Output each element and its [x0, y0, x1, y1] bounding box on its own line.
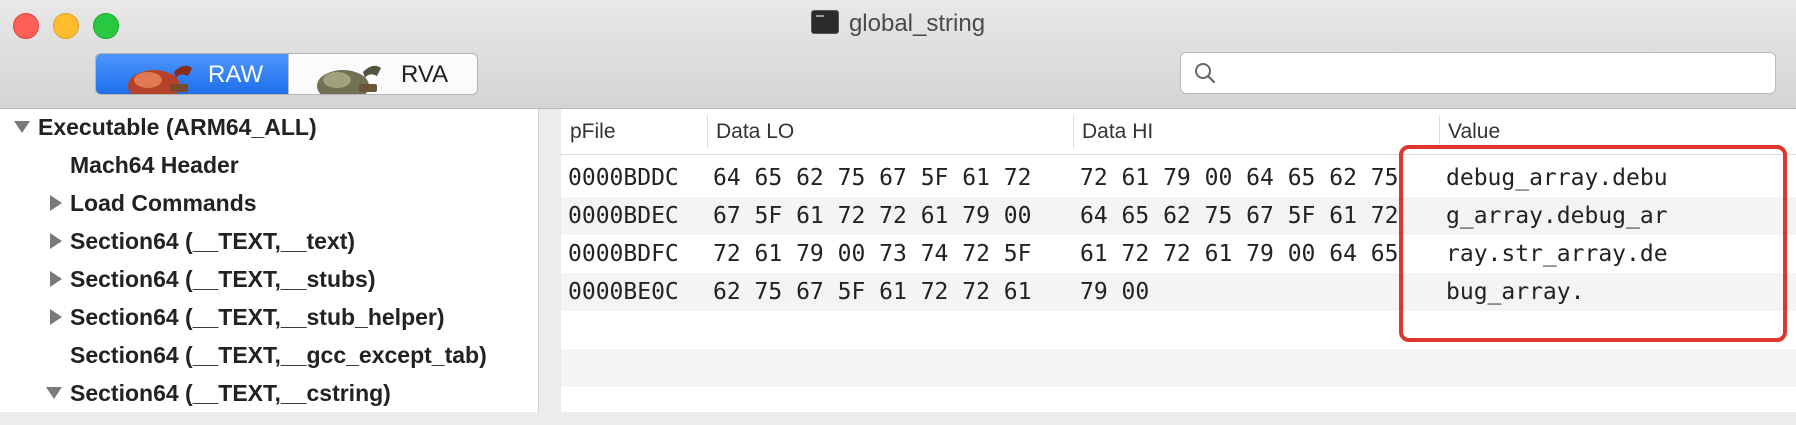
disclosure-collapsed-icon[interactable]: [50, 195, 62, 211]
data-lo-cell: 67 5F 61 72 72 61 79 00: [713, 203, 1032, 229]
empty-row: [561, 387, 1796, 425]
data-hi-cell: 72 61 79 00 64 65 62 75: [1080, 165, 1399, 191]
tree-item-label: Load Commands: [70, 190, 257, 216]
raw-mode-button[interactable]: RAW: [96, 54, 288, 94]
tree-item-label: Section64 (__TEXT,__text): [70, 228, 356, 254]
tree-item-section-gcc-except-tab[interactable]: Section64 (__TEXT,__gcc_except_tab): [70, 337, 487, 373]
column-header-data-lo[interactable]: Data LO: [707, 109, 1073, 154]
disclosure-collapsed-icon[interactable]: [50, 309, 62, 325]
raw-mode-label: RAW: [208, 61, 264, 88]
raw-mode-icon: [128, 65, 192, 94]
tree-item-label: Executable (ARM64_ALL): [38, 114, 317, 140]
column-header-data-hi[interactable]: Data HI: [1073, 109, 1439, 154]
data-hi-cell: 61 72 72 61 79 00 64 65: [1080, 241, 1399, 267]
value-column-highlight-box: [1399, 145, 1787, 342]
disclosure-collapsed-icon[interactable]: [50, 233, 62, 249]
split-view-divider[interactable]: [539, 109, 561, 412]
data-hi-cell: 79 00: [1080, 279, 1150, 305]
terminal-document-icon: [810, 10, 839, 34]
rva-mode-button[interactable]: RVA: [288, 54, 477, 94]
tree-item-mach64-header[interactable]: Mach64 Header: [70, 147, 239, 183]
search-field[interactable]: [1180, 52, 1776, 94]
tree-item-label: Section64 (__TEXT,__cstring): [70, 380, 391, 406]
disclosure-collapsed-icon[interactable]: [50, 271, 62, 287]
window-title-bar: global_string: [0, 10, 1796, 38]
raw-rva-segmented-control: RAW RVA: [95, 53, 478, 95]
tree-item-label: Section64 (__TEXT,__gcc_except_tab): [70, 342, 487, 368]
tree-item-label: Mach64 Header: [70, 152, 239, 178]
data-lo-cell: 64 65 62 75 67 5F 61 72: [713, 165, 1032, 191]
rva-mode-label: RVA: [401, 61, 449, 88]
rva-mode-icon: [317, 65, 381, 94]
pfile-cell: 0000BDDC: [568, 165, 679, 191]
disclosure-expanded-icon[interactable]: [14, 121, 30, 133]
data-lo-cell: 62 75 67 5F 61 72 72 61: [713, 279, 1032, 305]
structure-tree-sidebar: Executable (ARM64_ALL) Mach64 Header Loa…: [0, 109, 539, 412]
column-header-pfile[interactable]: pFile: [561, 109, 707, 154]
tree-item-label: Section64 (__TEXT,__stub_helper): [70, 304, 445, 330]
window-title: global_string: [848, 10, 986, 37]
disclosure-expanded-icon[interactable]: [46, 387, 62, 399]
pfile-cell: 0000BDEC: [568, 203, 679, 229]
tree-item-label: Section64 (__TEXT,__stubs): [70, 266, 376, 292]
window-toolbar: global_string RAW RVA: [0, 0, 1796, 109]
data-lo-cell: 72 61 79 00 73 74 72 5F: [713, 241, 1032, 267]
pfile-cell: 0000BE0C: [568, 279, 679, 305]
empty-row: [561, 349, 1796, 387]
data-hi-cell: 64 65 62 75 67 5F 61 72: [1080, 203, 1399, 229]
search-icon: [1195, 63, 1216, 84]
pfile-cell: 0000BDFC: [568, 241, 679, 267]
